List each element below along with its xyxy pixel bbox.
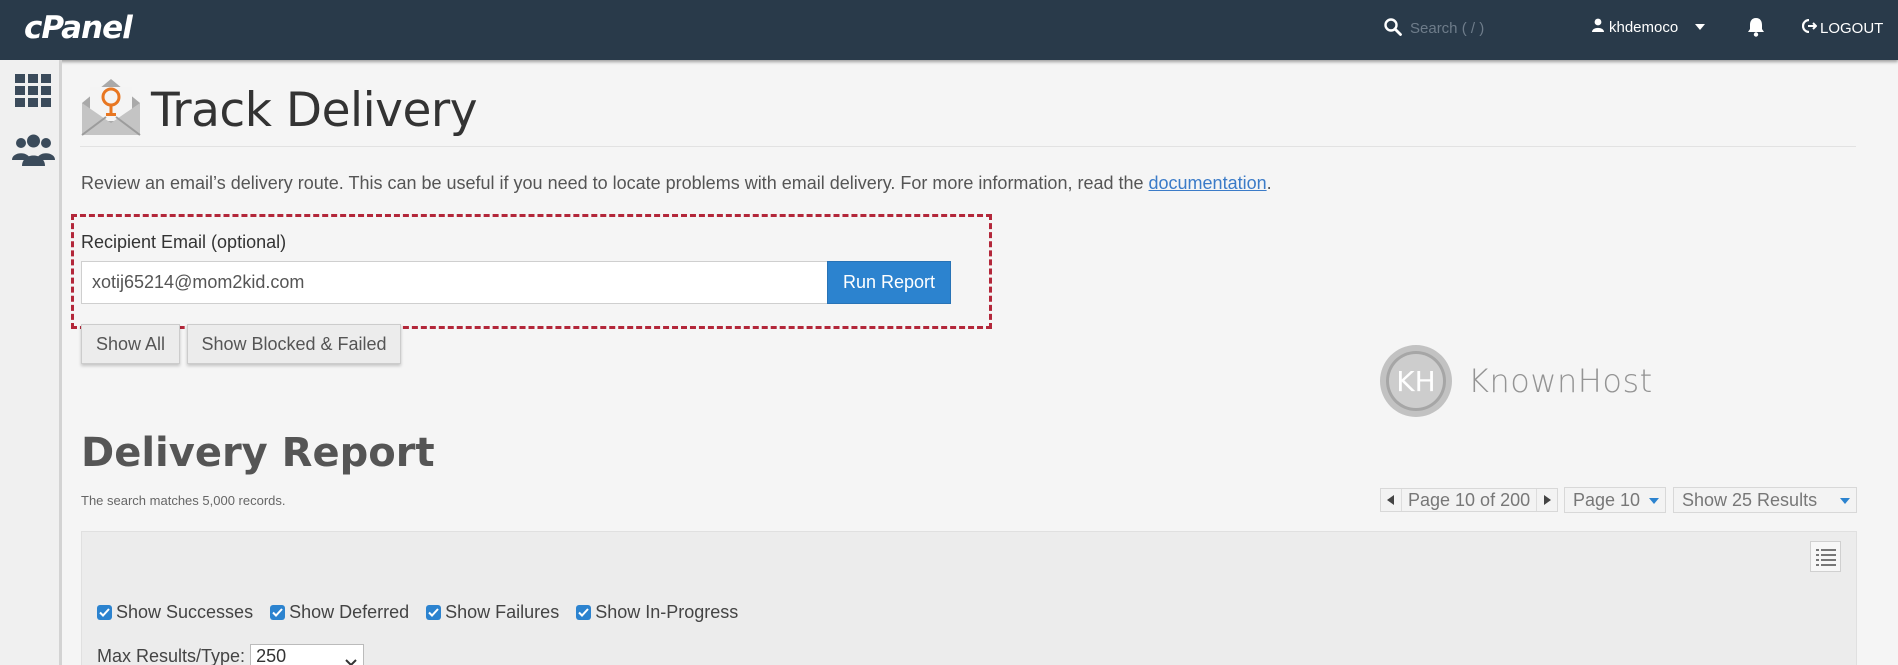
next-page-icon[interactable]: [1537, 489, 1557, 511]
knownhost-text: KnownHost: [1468, 362, 1653, 400]
chevron-down-icon: [1840, 498, 1850, 504]
logout-link[interactable]: LOGOUT: [1801, 18, 1884, 37]
max-results-value: 250: [256, 646, 287, 665]
cpanel-logo[interactable]: cPanel: [24, 10, 133, 46]
chevron-down-icon: [345, 651, 357, 665]
show-successes-label: Show Successes: [116, 602, 254, 622]
search-input[interactable]: [1410, 17, 1560, 39]
results-per-page-select[interactable]: Show 25 Results: [1673, 487, 1857, 513]
user-menu[interactable]: khdemoco: [1592, 18, 1706, 36]
show-deferred-label: Show Deferred: [289, 602, 410, 622]
title-divider: [80, 146, 1856, 147]
user-icon: [1592, 18, 1604, 36]
show-in-progress-label: Show In-Progress: [595, 602, 739, 622]
bell-icon[interactable]: [1746, 16, 1766, 43]
top-navbar: cPanel khdemoco LOGOUT: [0, 0, 1898, 60]
show-all-button[interactable]: Show All: [81, 324, 180, 364]
sidebar: [0, 60, 62, 665]
knownhost-watermark: KH KnownHost: [1378, 343, 1653, 419]
show-deferred-checkbox[interactable]: Show Deferred: [270, 602, 409, 623]
match-count: The search matches 5,000 records.: [81, 493, 286, 508]
logout-icon: [1801, 18, 1818, 37]
pagination: Page 10 of 200: [1380, 488, 1559, 512]
max-results-row: Max Results/Type: 250: [97, 644, 365, 665]
page-select[interactable]: Page 10: [1564, 487, 1666, 513]
show-failures-label: Show Failures: [445, 602, 560, 622]
checkbox-checked-icon: [576, 605, 592, 620]
run-report-button[interactable]: Run Report: [827, 261, 951, 304]
delivery-report-title: Delivery Report: [81, 430, 435, 476]
documentation-link[interactable]: documentation: [1149, 173, 1267, 193]
columns-icon[interactable]: [1810, 541, 1841, 572]
max-results-label: Max Results/Type:: [97, 646, 246, 665]
knownhost-logo-icon: KH: [1380, 345, 1452, 417]
mail-location-icon: [80, 75, 142, 142]
page-indicator: Page 10 of 200: [1401, 489, 1538, 511]
page-select-value: Page 10: [1573, 489, 1641, 510]
checkbox-checked-icon: [426, 605, 442, 620]
grid-icon[interactable]: [15, 74, 52, 112]
status-filters: Show Successes Show Deferred Show Failur…: [97, 602, 755, 623]
show-in-progress-checkbox[interactable]: Show In-Progress: [576, 602, 738, 623]
chevron-down-icon: [1695, 24, 1706, 30]
prev-page-icon[interactable]: [1381, 489, 1401, 511]
description-suffix: .: [1266, 173, 1272, 193]
knownhost-monogram: KH: [1396, 365, 1435, 398]
logout-label: LOGOUT: [1820, 19, 1884, 37]
recipient-email-label: Recipient Email (optional): [81, 232, 287, 252]
results-select-value: Show 25 Results: [1682, 489, 1818, 510]
username: khdemoco: [1609, 18, 1679, 36]
show-successes-checkbox[interactable]: Show Successes: [97, 602, 253, 623]
recipient-email-input[interactable]: [81, 261, 828, 304]
page-title: Track Delivery: [151, 83, 478, 138]
search-icon[interactable]: [1384, 18, 1402, 41]
description-text: Review an email’s delivery route. This c…: [81, 173, 1149, 193]
chevron-down-icon: [1649, 498, 1659, 504]
page-description: Review an email’s delivery route. This c…: [81, 173, 1272, 194]
show-blocked-failed-button[interactable]: Show Blocked & Failed: [187, 324, 401, 364]
users-icon[interactable]: [11, 134, 56, 173]
checkbox-checked-icon: [97, 605, 112, 620]
max-results-select[interactable]: 250: [250, 644, 365, 665]
checkbox-checked-icon: [270, 605, 286, 620]
show-failures-checkbox[interactable]: Show Failures: [426, 602, 559, 623]
